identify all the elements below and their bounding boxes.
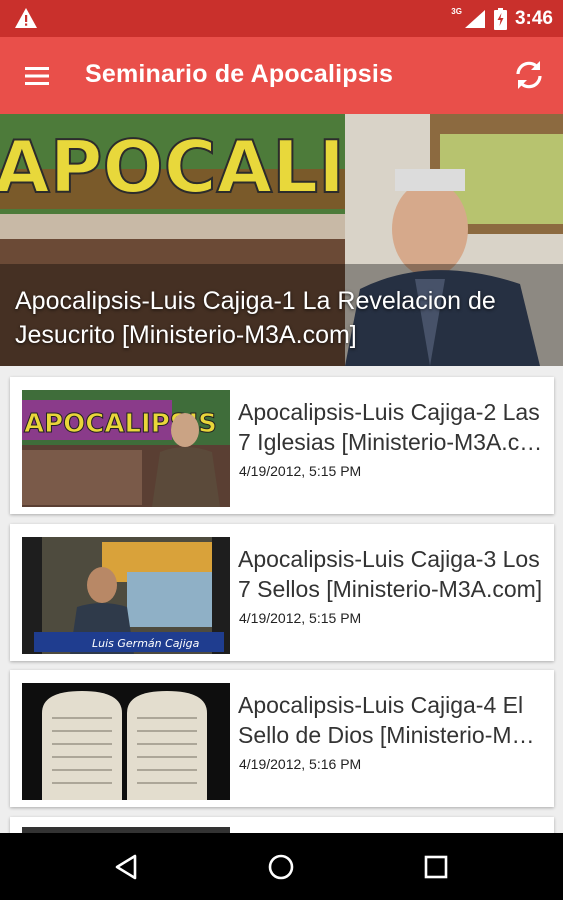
featured-video[interactable]: APOCALIPSIS Apocalipsis-Luis Cajiga-1 La… [0,114,563,366]
featured-title: Apocalipsis-Luis Cajiga-1 La Revelacion … [15,287,496,349]
menu-icon[interactable] [22,61,52,91]
video-title: Apocalipsis-Luis Cajiga-4 El Sello de Di… [238,692,535,748]
battery-icon [493,7,507,30]
video-thumbnail [22,683,230,800]
video-title: Apocalipsis-Luis Cajiga-3 Los 7 Sellos [… [238,546,543,602]
video-card[interactable]: APOCALIPSIS Apocalipsis-Luis Cajiga-2 La… [10,377,554,514]
video-thumbnail-text: Luis Germán Cajiga [92,637,200,650]
video-title: Apocalipsis-Luis Cajiga-2 Las 7 Iglesias… [238,399,543,455]
video-date: 4/19/2012, 5:16 PM [239,756,362,772]
recents-icon[interactable] [420,851,452,883]
refresh-icon[interactable] [511,57,547,93]
video-card[interactable]: Luis Germán Cajiga Apocalipsis-Luis Caji… [10,524,554,661]
video-date: 4/19/2012, 5:15 PM [239,463,362,479]
signal-icon [464,9,485,28]
network-type: 3G [451,7,462,16]
status-bar: 3G 3:46 [0,0,563,37]
video-date: 4/19/2012, 5:15 PM [239,610,362,626]
navigation-bar [0,833,563,900]
home-icon[interactable] [265,851,297,883]
clock: 3:46 [514,7,553,29]
app-bar: Seminario de Apocalipsis [0,37,563,114]
warning-icon [15,8,37,28]
video-thumbnail: APOCALIPSIS [22,390,230,507]
video-card[interactable]: Apocalipsis-Luis Cajiga-4 El Sello de Di… [10,670,554,807]
video-thumbnail: Luis Germán Cajiga [22,537,230,654]
page-title: Seminario de Apocalipsis [85,60,394,88]
back-icon[interactable] [111,851,143,883]
